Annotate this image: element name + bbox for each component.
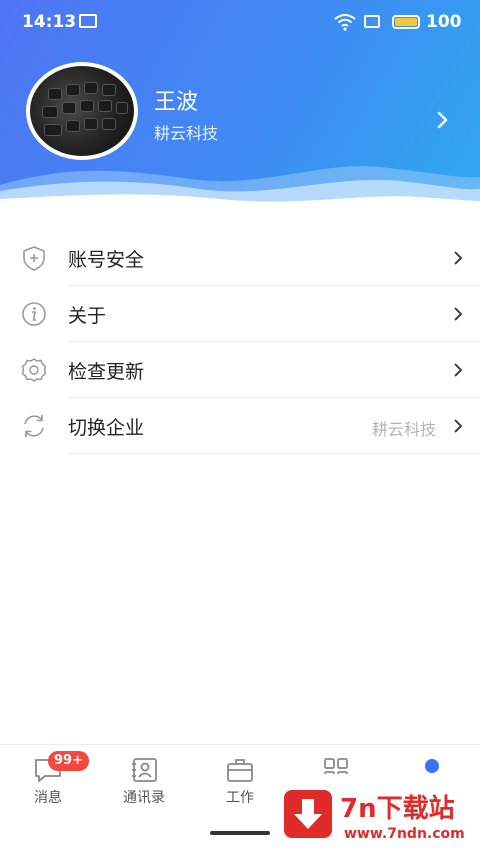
- profile-chevron-right-icon[interactable]: [436, 110, 450, 130]
- gear-icon: [21, 358, 47, 382]
- menu-item-about[interactable]: 关于: [0, 286, 480, 342]
- image-icon: [79, 14, 97, 28]
- divider: [68, 453, 480, 454]
- header-waves: [0, 166, 480, 215]
- profile-name: 王波: [154, 90, 199, 115]
- watermark: 7n下载站 www.7ndn.com: [270, 774, 478, 853]
- battery-icon: [392, 15, 420, 29]
- chevron-right-icon: [454, 307, 463, 321]
- avatar[interactable]: [26, 62, 138, 160]
- current-company-value: 耕云科技: [371, 420, 436, 439]
- profile-company: 耕云科技: [154, 124, 219, 143]
- screen-icon: [364, 15, 380, 28]
- menu-item-label: 关于: [68, 305, 107, 327]
- wifi-icon: [334, 14, 356, 31]
- contacts-icon: [132, 758, 157, 782]
- battery-level: 100: [426, 12, 462, 32]
- tab-contacts[interactable]: 通讯录: [96, 745, 192, 815]
- menu-item-switch-company[interactable]: 切换企业 耕云科技: [0, 398, 480, 454]
- status-time: 14:13: [22, 12, 77, 32]
- info-icon: [22, 302, 46, 326]
- chevron-right-icon: [454, 363, 463, 377]
- briefcase-icon: [227, 759, 253, 782]
- chevron-right-icon: [454, 251, 463, 265]
- watermark-title: 7n下载站: [340, 794, 455, 824]
- tab-label: 消息: [34, 790, 62, 806]
- watermark-url: www.7ndn.com: [344, 826, 465, 842]
- menu-item-account-security[interactable]: 账号安全: [0, 230, 480, 286]
- chevron-right-icon: [454, 419, 463, 433]
- menu-item-label: 切换企业: [68, 417, 145, 439]
- shield-plus-icon: [23, 246, 45, 271]
- tab-messages[interactable]: 99+ 消息: [0, 745, 96, 815]
- unread-badge: 99+: [48, 751, 89, 771]
- settings-menu: 账号安全 关于 检查更新 切换企业 耕云科技: [0, 230, 480, 454]
- refresh-icon: [24, 415, 44, 437]
- tab-label: 通讯录: [123, 790, 165, 806]
- menu-item-label: 检查更新: [68, 361, 145, 383]
- download-logo-icon: [284, 790, 332, 838]
- status-bar: 14:13 100: [0, 0, 480, 44]
- home-indicator: [210, 831, 270, 835]
- menu-item-check-update[interactable]: 检查更新: [0, 342, 480, 398]
- menu-item-label: 账号安全: [68, 249, 145, 271]
